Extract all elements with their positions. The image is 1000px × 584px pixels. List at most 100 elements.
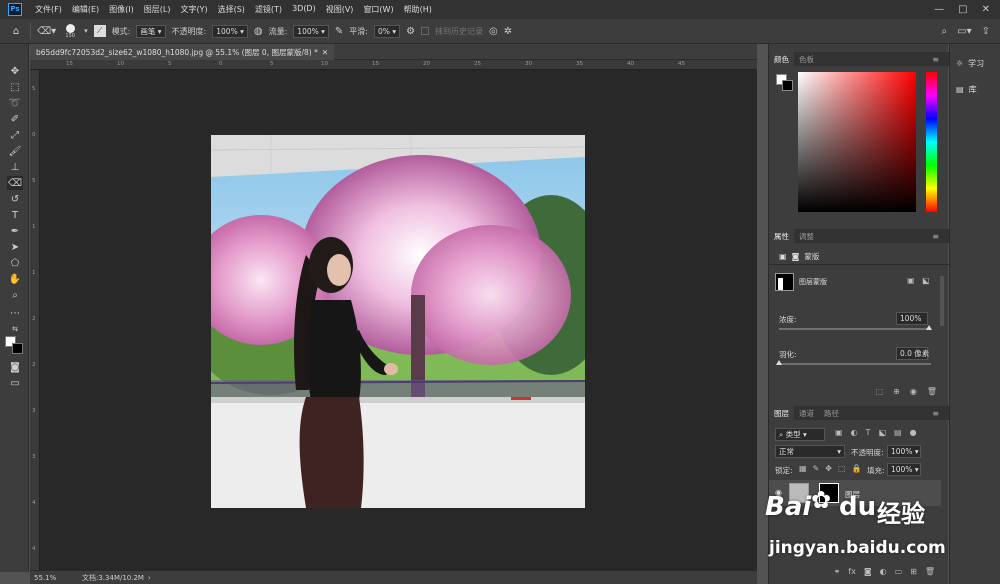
density-slider-knob[interactable] — [926, 325, 932, 330]
menu-item[interactable]: 图像(I) — [104, 4, 139, 15]
library-button[interactable]: ▤ 库 — [956, 84, 977, 95]
flow-field[interactable]: 100% ▾ — [293, 24, 329, 38]
quick-selection-tool-icon[interactable]: ✐ — [7, 112, 23, 126]
density-slider[interactable] — [779, 328, 931, 330]
delete-layer-icon[interactable]: 🗑 — [925, 567, 935, 576]
filter-pixel-icon[interactable]: ▣ — [835, 428, 843, 437]
smoothing-field[interactable]: 0% ▾ — [374, 24, 401, 38]
move-tool-icon[interactable]: ✥ — [7, 64, 23, 78]
menu-item[interactable]: 图层(L) — [139, 4, 176, 15]
lock-transparency-icon[interactable]: ▦ — [799, 464, 807, 473]
feather-slider[interactable] — [779, 363, 931, 365]
type-tool-icon[interactable]: T — [7, 208, 23, 222]
close-tab-icon[interactable]: ✕ — [322, 48, 328, 57]
new-layer-icon[interactable]: ⊞ — [910, 567, 917, 576]
menu-item[interactable]: 帮助(H) — [399, 4, 437, 15]
airbrush-icon[interactable]: ✎ — [335, 26, 343, 37]
bg-color-chip[interactable] — [782, 80, 793, 91]
zoom-level[interactable]: 55.1% — [30, 574, 82, 582]
lock-artboard-icon[interactable]: ⬚ — [838, 464, 846, 473]
tab-color[interactable]: 颜色 — [769, 52, 794, 66]
menu-item[interactable]: 3D(D) — [287, 4, 321, 15]
select-pixel-mask-icon[interactable]: ▣ — [907, 276, 915, 285]
layer-style-icon[interactable]: fx — [848, 567, 856, 576]
density-field[interactable]: 100% — [896, 312, 928, 325]
fill-field[interactable]: 100% ▾ — [887, 463, 921, 476]
panel-menu-icon[interactable]: ≡ — [927, 55, 944, 64]
panel-menu-icon[interactable]: ≡ — [927, 232, 944, 241]
color-field[interactable] — [798, 72, 916, 212]
background-color-swatch[interactable] — [12, 343, 23, 354]
stamp-tool-icon[interactable]: ⊥ — [7, 160, 23, 174]
mask-thumbnail[interactable] — [775, 273, 794, 291]
eraser-tool-preset-icon[interactable]: ⌫▾ — [37, 26, 56, 37]
eraser-tool-icon[interactable]: ⌫ — [7, 176, 23, 190]
share-icon[interactable]: ⇪ — [982, 26, 990, 37]
filter-toggle-icon[interactable]: ● — [910, 428, 917, 437]
apply-mask-icon[interactable]: ⊕ — [893, 387, 900, 396]
screen-mode-icon[interactable]: ▭ — [7, 376, 23, 390]
adjustment-layer-icon[interactable]: ◐ — [880, 567, 887, 576]
history-brush-tool-icon[interactable]: ↺ — [7, 192, 23, 206]
menu-item[interactable]: 文件(F) — [30, 4, 67, 15]
restore-button[interactable]: □ — [958, 4, 967, 15]
menu-item[interactable]: 文字(Y) — [175, 4, 212, 15]
menu-item[interactable]: 窗口(W) — [358, 4, 398, 15]
vector-mask-icon[interactable]: ◙ — [792, 252, 800, 261]
menu-item[interactable]: 选择(S) — [213, 4, 250, 15]
erase-history-checkbox[interactable] — [421, 27, 430, 35]
brush-settings-icon[interactable]: ⟋ — [93, 25, 106, 37]
brush-preset-picker[interactable]: 150 — [62, 23, 78, 39]
hue-slider[interactable] — [926, 72, 937, 212]
pressure-opacity-icon[interactable]: ◍ — [254, 26, 263, 37]
load-selection-icon[interactable]: ⬚ — [876, 387, 884, 396]
layer-opacity-field[interactable]: 100% ▾ — [887, 445, 921, 458]
link-layers-icon[interactable]: ⚭ — [834, 567, 841, 576]
quick-mask-icon[interactable]: ◙ — [7, 360, 23, 374]
filter-adjustment-icon[interactable]: ◐ — [851, 428, 858, 437]
hand-tool-icon[interactable]: ✋ — [7, 272, 23, 286]
zoom-tool-icon[interactable]: ⌕ — [7, 288, 23, 302]
filter-shape-icon[interactable]: ⬕ — [878, 428, 886, 437]
panel-menu-icon[interactable]: ≡ — [927, 409, 944, 418]
path-selection-tool-icon[interactable]: ➤ — [7, 240, 23, 254]
group-icon[interactable]: ▭ — [895, 567, 903, 576]
feather-slider-knob[interactable] — [776, 360, 782, 365]
visibility-icon[interactable]: ◉ — [910, 387, 917, 396]
pixel-mask-icon[interactable]: ▣ — [779, 252, 787, 261]
document-tab[interactable]: b65dd9fc72053d2_size62_w1080_h1080.jpg @… — [30, 44, 335, 60]
brush-tool-icon[interactable]: 🖌 — [7, 144, 23, 158]
mode-select[interactable]: 画笔 ▾ — [136, 24, 166, 38]
swap-colors-icon[interactable]: ⇆ — [7, 322, 23, 336]
feather-field[interactable]: 0.0 像素 — [896, 347, 929, 360]
layer-filter-select[interactable]: ⌕ 类型 ▾ — [775, 428, 825, 441]
tab-swatches[interactable]: 色板 — [794, 54, 819, 65]
lock-all-icon[interactable]: 🔒 — [852, 464, 862, 473]
marquee-tool-icon[interactable]: ⬚ — [7, 80, 23, 94]
search-icon[interactable]: ⌕ — [942, 26, 948, 37]
menu-item[interactable]: 编辑(E) — [67, 4, 104, 15]
home-icon[interactable]: ⌂ — [8, 26, 24, 37]
filter-type-icon[interactable]: T — [866, 428, 871, 437]
tab-channels[interactable]: 通道 — [794, 408, 819, 419]
document-image[interactable] — [211, 135, 585, 508]
pressure-size-icon[interactable]: ◎ — [489, 26, 498, 37]
gear-icon[interactable]: ⚙ — [406, 26, 415, 37]
filter-smart-object-icon[interactable]: ▤ — [894, 428, 902, 437]
add-mask-icon[interactable]: ◙ — [864, 567, 872, 576]
blend-mode-select[interactable]: 正常 ▾ — [775, 445, 845, 458]
lock-position-icon[interactable]: ✥ — [825, 464, 832, 473]
shape-tool-icon[interactable]: ⬠ — [7, 256, 23, 270]
lock-paint-icon[interactable]: ✎ — [813, 464, 820, 473]
trash-icon[interactable]: 🗑 — [927, 387, 937, 396]
close-button[interactable]: ✕ — [982, 4, 990, 15]
tab-adjustments[interactable]: 调整 — [794, 231, 819, 242]
opacity-field[interactable]: 100% ▾ — [212, 24, 248, 38]
symmetry-icon[interactable]: ✲ — [504, 26, 512, 37]
document-info[interactable]: 文档:3.34M/10.2M — [82, 573, 144, 583]
pen-tool-icon[interactable]: ✒ — [7, 224, 23, 238]
add-vector-mask-icon[interactable]: ⬕ — [922, 276, 930, 285]
more-tools-icon[interactable]: ⋯ — [7, 306, 23, 320]
chevron-down-icon[interactable]: ▾ — [84, 27, 88, 35]
properties-scrollbar[interactable] — [940, 276, 944, 326]
